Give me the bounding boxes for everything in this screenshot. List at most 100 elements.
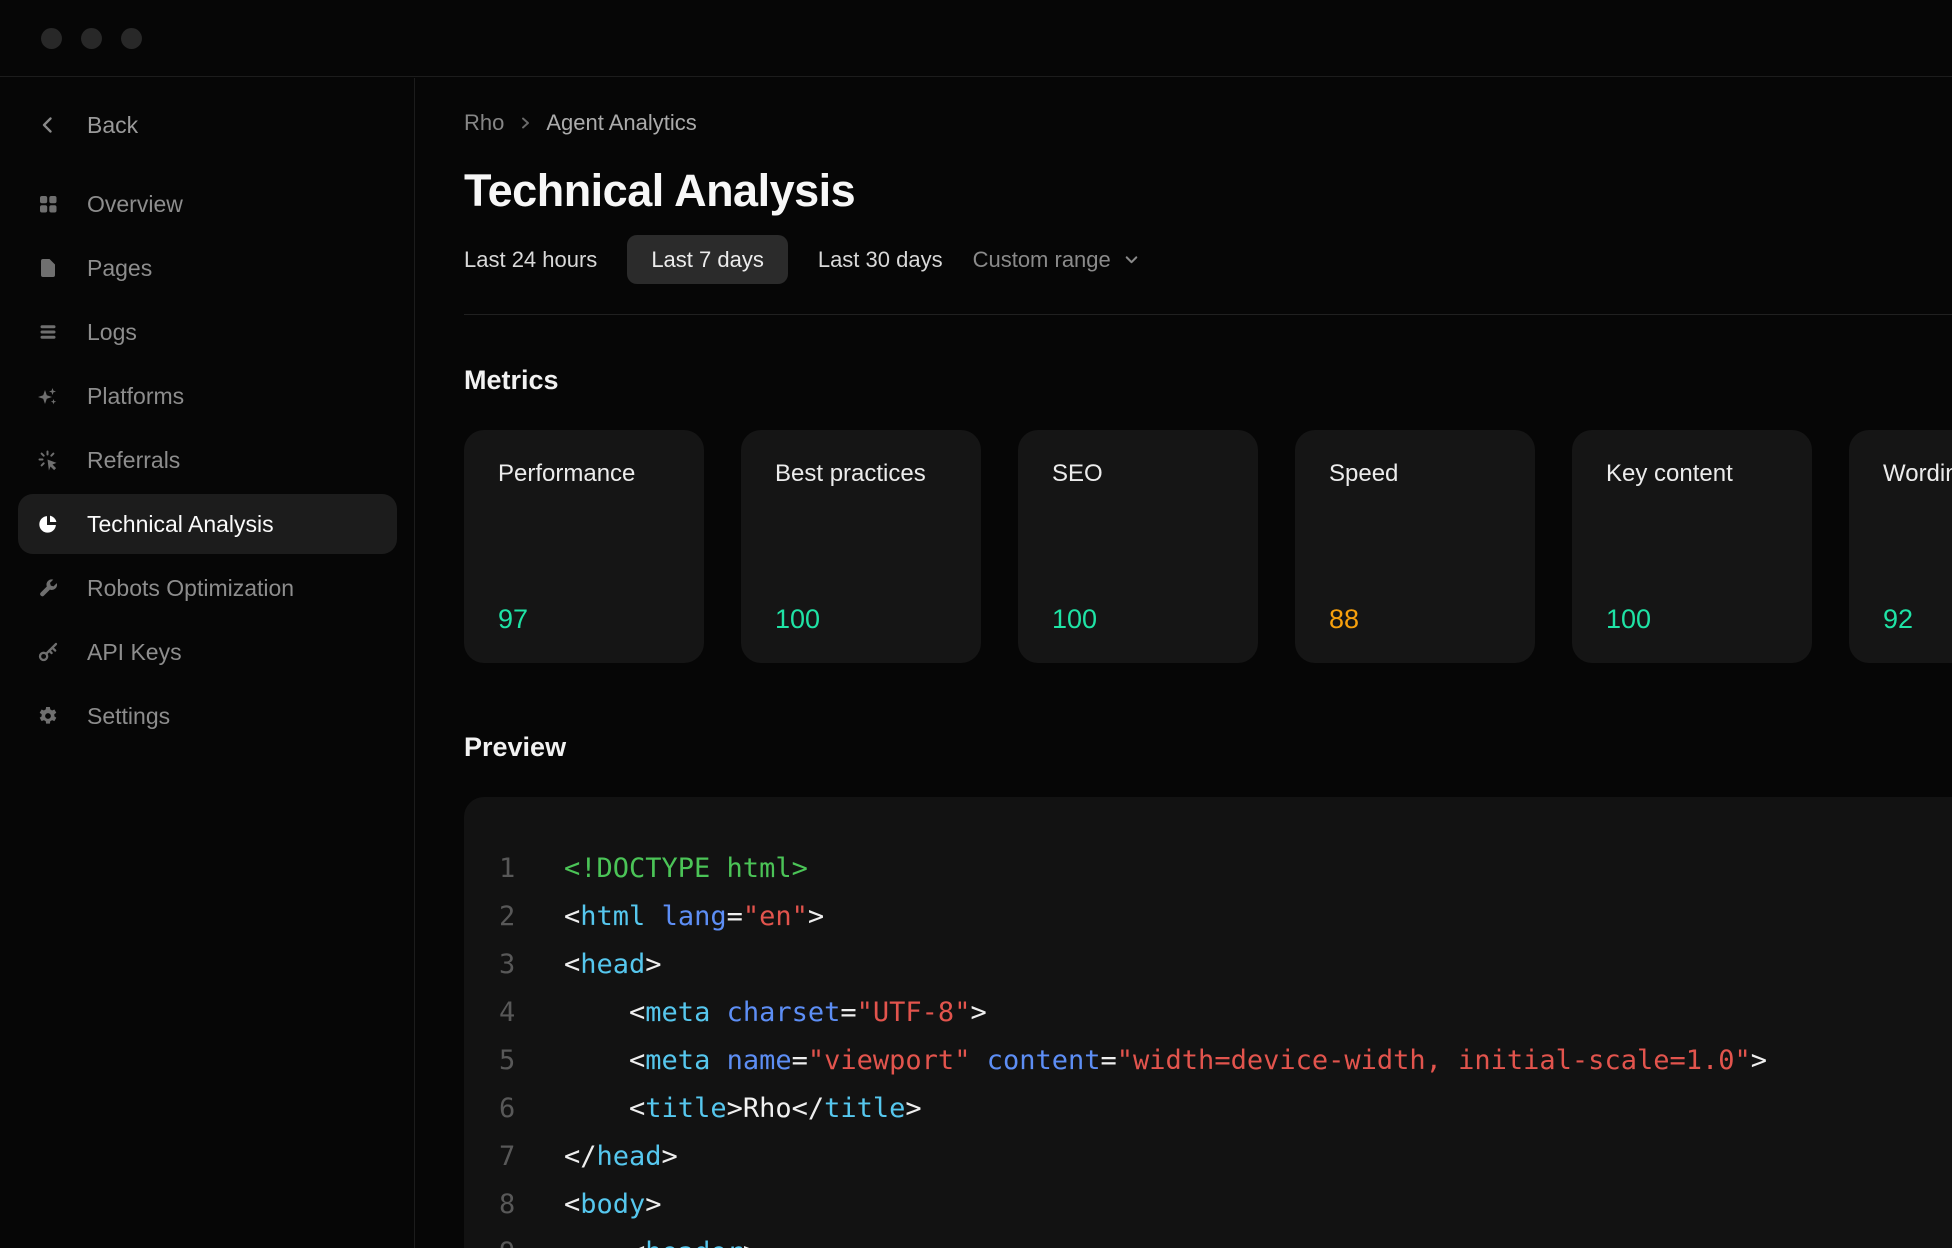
metric-card-best-practices: Best practices100: [741, 430, 981, 663]
line-number: 9: [499, 1229, 564, 1248]
code-line-content: <meta name="viewport" content="width=dev…: [564, 1037, 1767, 1085]
tab-label: Last 30 days: [818, 247, 943, 273]
window-dot-3[interactable]: [121, 28, 142, 49]
list-icon: [37, 321, 59, 343]
code-line-content: <header>: [564, 1229, 759, 1248]
sparkles-icon: [37, 385, 59, 407]
sidebar-item-label: Robots Optimization: [87, 575, 294, 602]
sidebar: Back Overview Pages Logs Platforms Referrals…: [0, 78, 415, 1248]
preview-heading: Preview: [464, 730, 1952, 764]
sidebar-item-label: Referrals: [87, 447, 180, 474]
sidebar-item-platforms[interactable]: Platforms: [18, 366, 397, 426]
tab-last-24-hours[interactable]: Last 24 hours: [464, 235, 597, 284]
line-number: 8: [499, 1181, 564, 1229]
sidebar-item-label: Technical Analysis: [87, 511, 274, 538]
sidebar-item-label: Settings: [87, 703, 170, 730]
key-icon: [37, 641, 59, 663]
line-number: 2: [499, 893, 564, 941]
chevron-right-icon: [517, 115, 533, 131]
time-range-tabs: Last 24 hours Last 7 days Last 30 days Cust…: [464, 235, 1952, 284]
metric-card-label: SEO: [1052, 460, 1224, 488]
code-line: 1<!DOCTYPE html>: [499, 845, 1952, 893]
line-number: 7: [499, 1133, 564, 1181]
line-number: 4: [499, 989, 564, 1037]
gear-icon: [37, 705, 59, 727]
tab-label: Last 24 hours: [464, 247, 597, 273]
metric-card-value: 100: [1052, 604, 1224, 635]
tab-custom-range[interactable]: Custom range: [973, 235, 1140, 284]
sidebar-item-technical-analysis[interactable]: Technical Analysis: [18, 494, 397, 554]
line-number: 1: [499, 845, 564, 893]
code-line: 2<html lang="en">: [499, 893, 1952, 941]
chevron-left-icon: [37, 114, 59, 136]
code-line: 5 <meta name="viewport" content="width=d…: [499, 1037, 1952, 1085]
sidebar-item-label: Platforms: [87, 383, 184, 410]
code-preview[interactable]: 1<!DOCTYPE html>2<html lang="en">3<head>…: [464, 797, 1952, 1248]
sidebar-item-label: Logs: [87, 319, 137, 346]
pie-chart-icon: [37, 513, 59, 535]
line-number: 6: [499, 1085, 564, 1133]
code-line-content: <title>Rho</title>: [564, 1085, 922, 1133]
metric-card-label: Performance: [498, 460, 670, 488]
metric-card-value: 88: [1329, 604, 1501, 635]
metric-card-speed: Speed 88: [1295, 430, 1535, 663]
metric-card-key-content: Key content 100: [1572, 430, 1812, 663]
code-line-content: <head>: [564, 941, 662, 989]
metric-card-seo: SEO 100: [1018, 430, 1258, 663]
metric-cards-row[interactable]: Performance 97 Best practices100 SEO 100 Spee…: [464, 430, 1952, 663]
code-line-content: <body>: [564, 1181, 662, 1229]
document-icon: [37, 257, 59, 279]
metric-card-wording: Wording 92: [1849, 430, 1952, 663]
cursor-click-icon: [37, 449, 59, 471]
metric-card-performance: Performance 97: [464, 430, 704, 663]
window-titlebar: [0, 0, 1952, 77]
code-line: 6 <title>Rho</title>: [499, 1085, 1952, 1133]
back-button[interactable]: Back: [18, 98, 396, 152]
sidebar-item-logs[interactable]: Logs: [18, 302, 397, 362]
app-window: Back Overview Pages Logs Platforms Referrals…: [0, 0, 1952, 1248]
sidebar-item-pages[interactable]: Pages: [18, 238, 397, 298]
tab-last-30-days[interactable]: Last 30 days: [818, 235, 943, 284]
metric-card-value: 100: [775, 604, 947, 635]
line-number: 5: [499, 1037, 564, 1085]
window-dot-1[interactable]: [41, 28, 62, 49]
code-line-content: <html lang="en">: [564, 893, 824, 941]
sidebar-item-label: Pages: [87, 255, 152, 282]
metric-card-value: 92: [1883, 604, 1952, 635]
sidebar-item-label: API Keys: [87, 639, 182, 666]
metric-card-label: Speed: [1329, 460, 1501, 488]
sidebar-item-settings[interactable]: Settings: [18, 686, 397, 746]
wrench-icon: [37, 577, 59, 599]
line-number: 3: [499, 941, 564, 989]
code-line: 3<head>: [499, 941, 1952, 989]
sidebar-item-robots-optimization[interactable]: Robots Optimization: [18, 558, 397, 618]
code-line: 4 <meta charset="UTF-8">: [499, 989, 1952, 1037]
tab-label: Last 7 days: [651, 247, 764, 273]
code-line-content: <meta charset="UTF-8">: [564, 989, 987, 1037]
metric-card-label: Key content: [1606, 460, 1778, 488]
breadcrumb-root[interactable]: Rho: [464, 110, 504, 136]
code-line: 9 <header>: [499, 1229, 1952, 1248]
metrics-heading: Metrics: [464, 363, 1952, 397]
breadcrumb: Rho Agent Analytics: [464, 108, 1952, 138]
sidebar-item-referrals[interactable]: Referrals: [18, 430, 397, 490]
chevron-down-icon: [1123, 251, 1140, 268]
tab-last-7-days[interactable]: Last 7 days: [627, 235, 788, 284]
breadcrumb-current: Agent Analytics: [546, 110, 696, 136]
metric-card-value: 100: [1606, 604, 1778, 635]
window-dot-2[interactable]: [81, 28, 102, 49]
code-line: 7</head>: [499, 1133, 1952, 1181]
code-line-content: <!DOCTYPE html>: [564, 845, 808, 893]
back-label: Back: [87, 112, 138, 139]
sidebar-item-overview[interactable]: Overview: [18, 174, 397, 234]
tab-label: Custom range: [973, 247, 1111, 273]
code-line: 8<body>: [499, 1181, 1952, 1229]
main-content[interactable]: Rho Agent Analytics Technical Analysis L…: [416, 78, 1952, 1248]
sidebar-nav: Overview Pages Logs Platforms Referrals Techn…: [0, 174, 414, 746]
metric-card-label: Wording: [1883, 460, 1952, 488]
page-title: Technical Analysis: [464, 164, 1952, 218]
sidebar-item-api-keys[interactable]: API Keys: [18, 622, 397, 682]
metric-card-value: 97: [498, 604, 670, 635]
grid-icon: [37, 193, 59, 215]
code-line-content: </head>: [564, 1133, 678, 1181]
